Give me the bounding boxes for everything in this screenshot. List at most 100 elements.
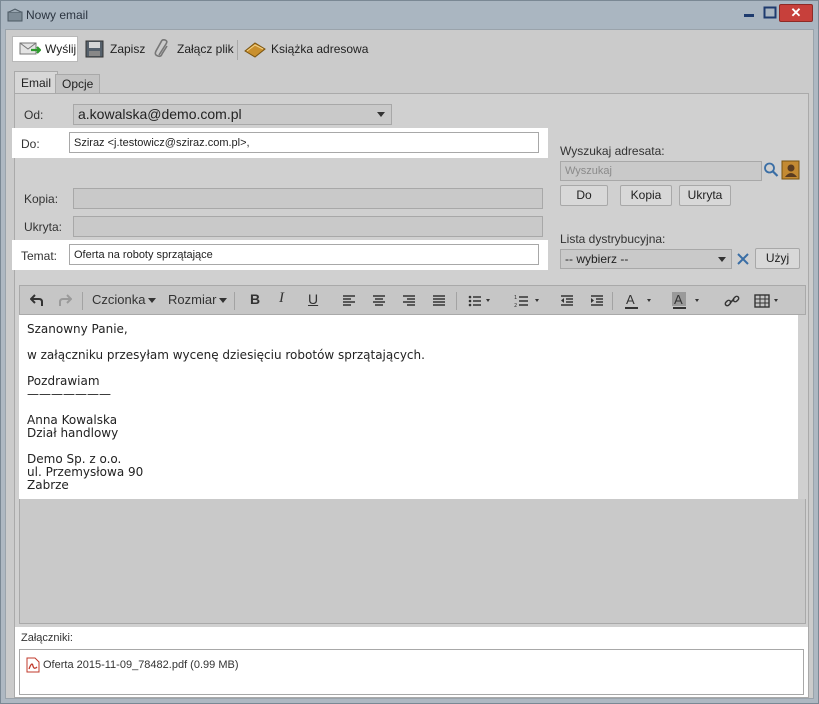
font-dropdown-label: Czcionka (92, 292, 146, 307)
from-label: Od: (24, 108, 44, 122)
attachments-label: Załączniki: (21, 632, 73, 644)
svg-text:A: A (674, 292, 683, 307)
save-icon (85, 40, 104, 58)
distribution-selected: -- wybierz -- (565, 252, 629, 266)
toolbar-divider (234, 292, 235, 310)
underline-button[interactable]: U (308, 291, 318, 307)
editor-empty-area[interactable] (19, 499, 806, 624)
recipient-search-input[interactable]: Wyszukaj (560, 161, 762, 181)
body-line (27, 401, 790, 414)
email-window: Nowy email ✕ Wyślij Zapisz Załącz plik K… (0, 0, 819, 704)
align-justify-icon[interactable] (432, 295, 446, 307)
cc-field[interactable] (73, 188, 543, 209)
use-button[interactable]: Użyj (755, 248, 800, 269)
minimize-icon[interactable] (741, 4, 757, 22)
body-line: Anna Kowalska (27, 413, 118, 427)
send-label: Wyślij (45, 42, 77, 56)
attach-label: Załącz plik (177, 42, 234, 56)
tab-email[interactable]: Email (14, 71, 59, 95)
to-label: Do: (21, 137, 40, 151)
close-button[interactable]: ✕ (779, 4, 813, 22)
maximize-icon[interactable] (762, 4, 778, 22)
to-row: Do: Sziraz <j.testowicz@sziraz.com.pl>, (12, 128, 548, 158)
body-line: Zabrze (27, 478, 69, 492)
italic-button[interactable]: I (279, 290, 284, 307)
indent-icon[interactable] (590, 295, 604, 307)
to-field[interactable]: Sziraz <j.testowicz@sziraz.com.pl>, (69, 132, 539, 153)
email-form-panel: Od: a.kowalska@demo.com.pl Do: Sziraz <j… (12, 93, 809, 698)
toolbar-divider (82, 292, 83, 310)
bold-button[interactable]: B (250, 291, 260, 307)
close-icon: ✕ (790, 5, 802, 20)
save-button[interactable]: Zapisz (84, 36, 145, 62)
paperclip-icon (154, 39, 168, 58)
body-line: Dział handlowy (27, 426, 119, 440)
message-body-editor[interactable]: Szanowny Panie, w załączniku przesyłam w… (19, 315, 798, 499)
align-left-icon[interactable] (342, 295, 356, 307)
align-center-icon[interactable] (372, 295, 386, 307)
size-dropdown[interactable]: Rozmiar (168, 292, 228, 307)
caret-down-icon (219, 298, 228, 304)
send-button[interactable]: Wyślij (12, 36, 78, 62)
address-book-icon (244, 42, 266, 58)
body-line: ul. Przemysłowa 90 (27, 465, 144, 479)
title-bar: Nowy email ✕ (1, 1, 818, 29)
cc-label: Kopia: (24, 192, 59, 206)
toolbar-divider (612, 292, 613, 310)
toolbar-divider (456, 292, 457, 310)
chevron-down-icon (718, 257, 726, 262)
attachment-name: Oferta 2015-11-09_78482.pdf (0.99 MB) (43, 659, 239, 671)
table-icon[interactable] (754, 294, 782, 308)
contact-card-icon[interactable] (781, 160, 800, 180)
window-title: Nowy email (26, 8, 89, 22)
address-book-label: Książka adresowa (271, 42, 369, 56)
add-cc-button[interactable]: Kopia (620, 185, 672, 206)
pdf-icon (26, 657, 40, 673)
attachments-list: Oferta 2015-11-09_78482.pdf (0.99 MB) (19, 649, 804, 695)
svg-text:1: 1 (514, 295, 517, 301)
subject-label: Temat: (21, 249, 58, 263)
highlight-color-icon[interactable]: A (672, 292, 702, 310)
chevron-down-icon (377, 112, 385, 117)
address-book-button[interactable]: Książka adresowa (243, 36, 368, 62)
email-app-icon (7, 8, 23, 22)
align-right-icon[interactable] (402, 295, 416, 307)
distribution-list-label: Lista dystrybucyjna: (560, 232, 666, 246)
link-icon[interactable] (724, 293, 740, 309)
svg-text:A: A (626, 292, 635, 307)
search-icon[interactable] (763, 161, 779, 179)
from-value: a.kowalska@demo.com.pl (78, 106, 242, 122)
client-area: Wyślij Zapisz Załącz plik Książka adreso… (5, 29, 814, 699)
numbered-list-icon[interactable]: 12 (514, 294, 542, 308)
body-line: Szanowny Panie, (27, 322, 128, 336)
caret-down-icon (148, 298, 157, 304)
add-bcc-button[interactable]: Ukryta (679, 185, 731, 206)
clear-tools-icon[interactable] (735, 251, 751, 267)
send-icon (19, 42, 41, 55)
size-dropdown-label: Rozmiar (168, 292, 217, 307)
subject-field[interactable]: Oferta na roboty sprzątające (69, 244, 539, 265)
undo-icon[interactable] (30, 293, 44, 307)
outdent-icon[interactable] (560, 295, 574, 307)
bcc-label: Ukryta: (24, 220, 63, 234)
bullet-list-icon[interactable] (468, 295, 492, 307)
bcc-field[interactable] (73, 216, 543, 237)
from-select[interactable]: a.kowalska@demo.com.pl (73, 104, 392, 125)
main-toolbar: Wyślij Zapisz Załącz plik Książka adreso… (6, 30, 813, 70)
toolbar-divider (237, 40, 238, 60)
distribution-list-select[interactable]: -- wybierz -- (560, 249, 732, 269)
recipient-search-label: Wyszukaj adresata: (560, 144, 665, 158)
svg-text:2: 2 (514, 303, 517, 308)
redo-icon[interactable] (58, 293, 72, 307)
attachment-item[interactable]: Oferta 2015-11-09_78482.pdf (0.99 MB) (26, 657, 238, 673)
attachments-section: Załączniki: Oferta 2015-11-09_78482.pdf … (15, 627, 808, 697)
attach-file-button[interactable]: Załącz plik (153, 36, 234, 62)
subject-row: Temat: Oferta na roboty sprzątające (12, 240, 548, 270)
add-to-button[interactable]: Do (560, 185, 608, 206)
tab-options[interactable]: Opcje (55, 74, 101, 94)
editor-toolbar: Czcionka Rozmiar B I U 12 A A (19, 285, 806, 315)
save-label: Zapisz (110, 42, 146, 56)
body-line (27, 440, 790, 453)
text-color-icon[interactable]: A (624, 292, 654, 310)
font-dropdown[interactable]: Czcionka (92, 292, 157, 307)
